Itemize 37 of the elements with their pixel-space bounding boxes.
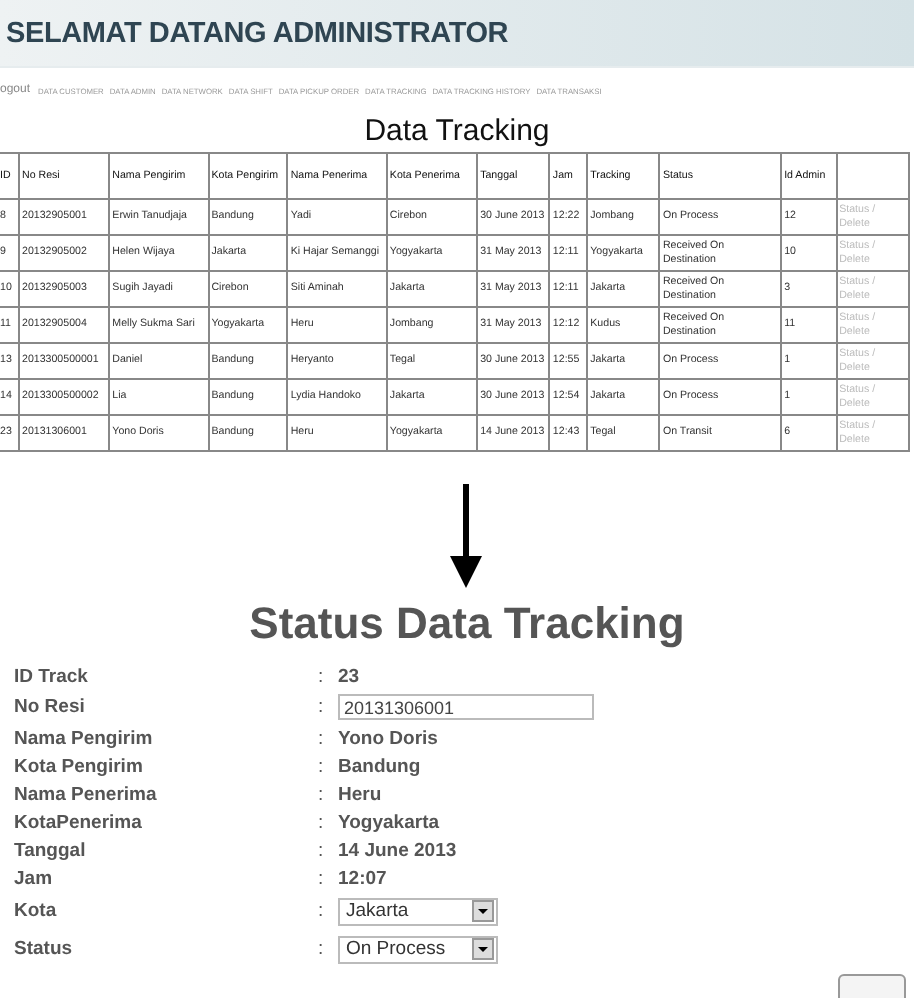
colon: : bbox=[318, 696, 326, 718]
colon: : bbox=[318, 867, 326, 889]
field-value: Yogyakarta bbox=[338, 811, 440, 833]
field-label: Status bbox=[14, 938, 75, 960]
field-label: Kota Pengirim bbox=[14, 755, 145, 777]
field-value: 14 June 2013 bbox=[338, 839, 457, 861]
colon: : bbox=[318, 755, 326, 777]
field-label: ID Track bbox=[14, 665, 90, 687]
colon: : bbox=[318, 727, 326, 749]
field-label: KotaPenerima bbox=[14, 811, 144, 833]
colon: : bbox=[318, 665, 326, 687]
colon: : bbox=[318, 783, 326, 805]
caret-icon bbox=[472, 900, 494, 922]
field-label: Tanggal bbox=[14, 839, 88, 861]
colon: : bbox=[318, 900, 326, 922]
field-value: Yono Doris bbox=[338, 727, 438, 749]
field-label: Kota bbox=[14, 900, 59, 922]
button[interactable] bbox=[838, 974, 906, 998]
form-title: Status Data Tracking bbox=[247, 596, 687, 652]
table-title: Data Tracking bbox=[362, 112, 552, 152]
field-value: Heru bbox=[338, 783, 382, 805]
field-label: Nama Penerima bbox=[14, 783, 159, 805]
field-value: 12:07 bbox=[338, 867, 387, 889]
dropdown[interactable]: On Process bbox=[338, 935, 498, 963]
field-label: Nama Pengirim bbox=[14, 727, 155, 749]
colon: : bbox=[318, 811, 326, 833]
dropdown[interactable]: Jakarta bbox=[338, 897, 498, 925]
field-label: Jam bbox=[14, 867, 55, 889]
colon: : bbox=[318, 938, 326, 960]
page-title: SELAMAT DATANG ADMINISTRATOR bbox=[6, 17, 509, 49]
input-field[interactable]: 20131306001 bbox=[338, 694, 594, 720]
colon: : bbox=[318, 839, 326, 861]
down-arrow-icon bbox=[449, 484, 481, 588]
field-label: No Resi bbox=[14, 696, 87, 718]
caret-icon bbox=[472, 938, 494, 960]
field-value: Bandung bbox=[338, 755, 421, 777]
field-value: 23 bbox=[338, 665, 360, 687]
